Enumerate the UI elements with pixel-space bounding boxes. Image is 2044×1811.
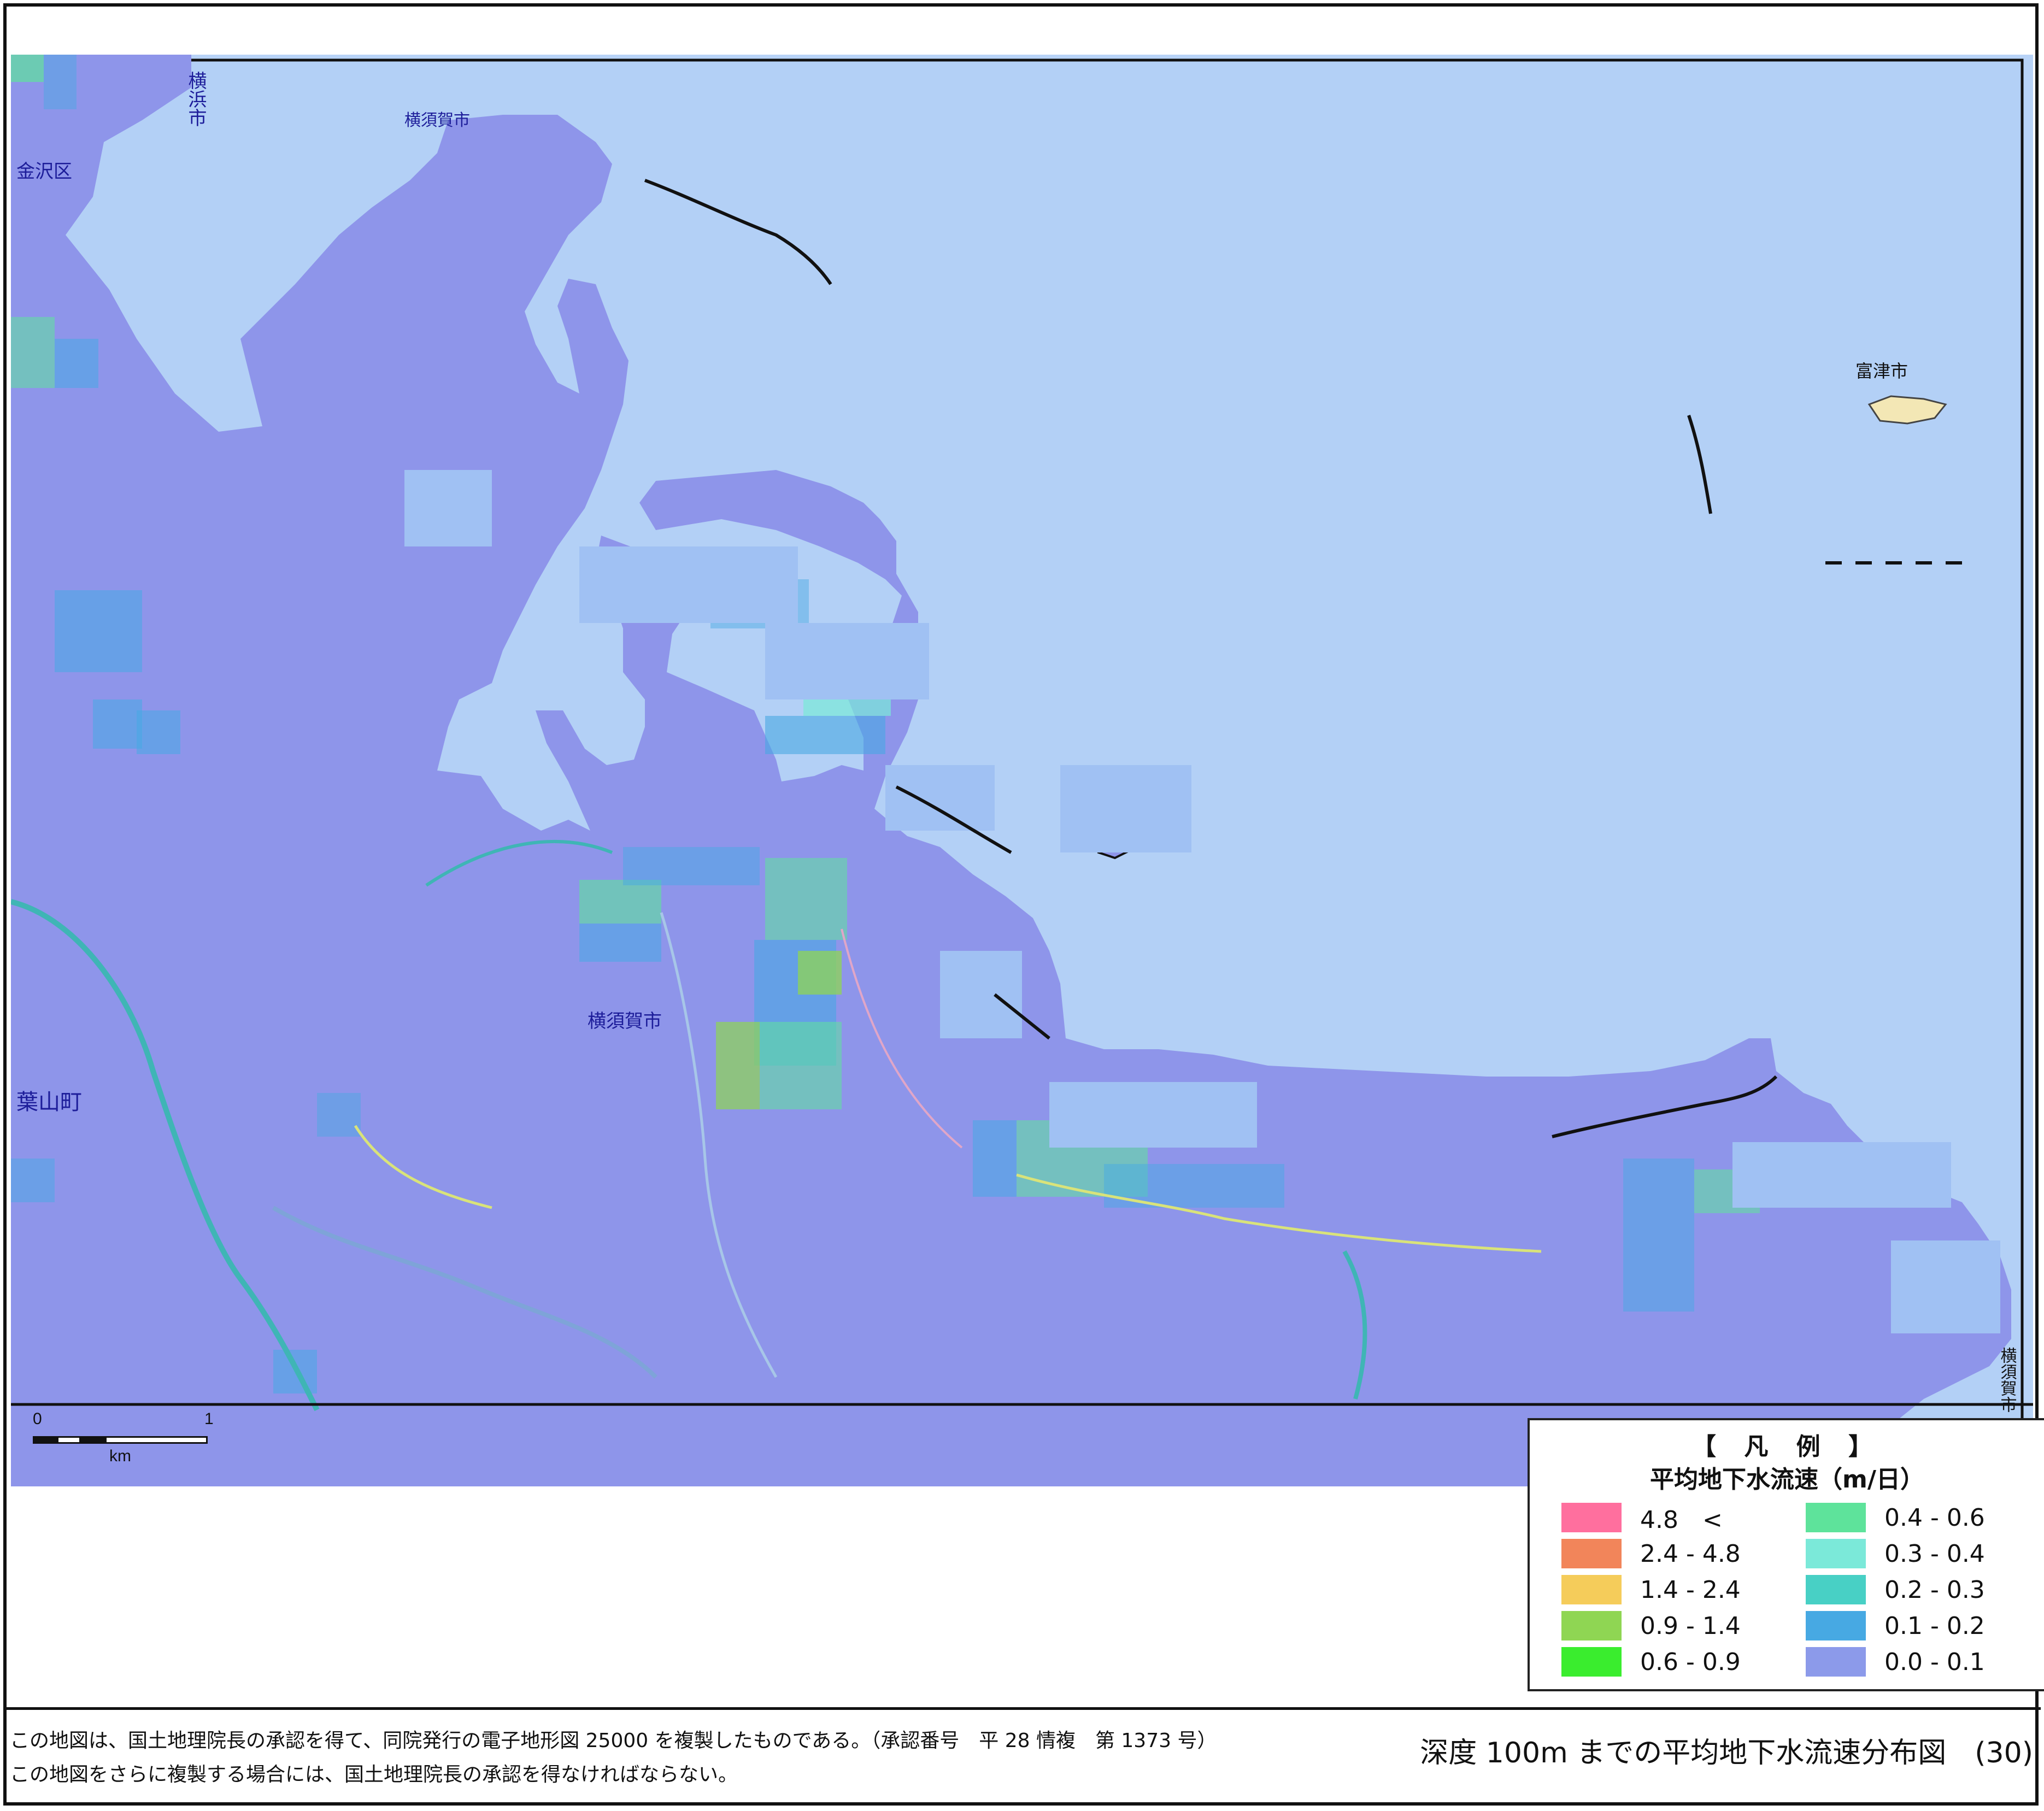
map-canvas[interactable]: 横浜市 金沢区 横須賀市 横須賀市 葉山町 富津市 横須賀市: [11, 55, 2033, 1486]
grid-cell: [579, 924, 661, 962]
legend-swatch: [1806, 1539, 1866, 1568]
label-yokosuka-east: 横須賀市: [1998, 1347, 2017, 1413]
legend-item: 0.0 - 0.1: [1806, 1645, 1985, 1678]
grid-cell: [760, 1022, 842, 1109]
label-yokosuka-center: 横須賀市: [588, 1010, 662, 1032]
grid-cell: [137, 710, 180, 754]
legend-item: 0.4 - 0.6: [1806, 1501, 1985, 1534]
legend-label: 4.8 <: [1640, 1506, 1723, 1534]
legend-swatch: [1806, 1503, 1866, 1532]
scale-bar: 0 1 km: [33, 1410, 219, 1470]
scale-unit-label: km: [109, 1447, 131, 1465]
copyright-line-1: この地図は、国土地理院長の承認を得て、同院発行の電子地形図 25000 を複製し…: [10, 1730, 1217, 1752]
legend-item: 4.8 <: [1561, 1501, 1723, 1534]
grid-cell: [317, 1093, 361, 1137]
legend-swatch: [1561, 1647, 1622, 1677]
grid-cell: [93, 699, 142, 749]
legend-item: 2.4 - 4.8: [1561, 1537, 1741, 1570]
grid-cell: [765, 716, 885, 754]
legend-label: 0.1 - 0.2: [1884, 1612, 1985, 1640]
legend-swatch: [1806, 1611, 1866, 1641]
legend-item: 0.9 - 1.4: [1561, 1609, 1741, 1642]
legend-item: 0.1 - 0.2: [1806, 1609, 1985, 1642]
legend-label: 0.0 - 0.1: [1884, 1648, 1985, 1676]
label-hayama: 葉山町: [16, 1090, 82, 1115]
footer-divider: [3, 1707, 2041, 1710]
label-kanazawa: 金沢区: [16, 161, 72, 183]
legend-swatch: [1561, 1503, 1622, 1532]
legend-swatch: [1806, 1575, 1866, 1604]
grid-cell: [798, 951, 842, 995]
legend-item: 0.6 - 0.9: [1561, 1645, 1741, 1678]
label-yokosuka-north: 横須賀市: [404, 111, 470, 130]
grid-cell: [623, 847, 760, 885]
legend-title: 【 凡 例 】: [1692, 1433, 1882, 1461]
map-area[interactable]: 横浜市 金沢区 横須賀市 横須賀市 葉山町 富津市 横須賀市: [11, 55, 2033, 1486]
legend-label: 2.4 - 4.8: [1640, 1539, 1741, 1568]
grid-cell: [44, 55, 77, 109]
legend-label: 0.2 - 0.3: [1884, 1575, 1985, 1604]
legend-swatch: [1561, 1611, 1622, 1641]
scale-segment: [105, 1436, 208, 1444]
grid-cell: [11, 317, 55, 388]
legend-box: 【 凡 例 】 平均地下水流速（m/日） 4.8 < 2.4 - 4.8 1.4…: [1528, 1418, 2044, 1691]
grid-cell: [716, 1022, 760, 1109]
grid-cell: [55, 590, 142, 672]
legend-item: 0.2 - 0.3: [1806, 1573, 1985, 1606]
legend-label: 0.6 - 0.9: [1640, 1648, 1741, 1676]
grid-cell: [11, 1159, 55, 1202]
grid-cell: [579, 880, 661, 924]
legend-item: 1.4 - 2.4: [1561, 1573, 1741, 1606]
scale-segment: [57, 1436, 81, 1444]
grid-cell: [973, 1120, 1017, 1197]
label-futtsu: 富津市: [1855, 361, 1908, 381]
scale-end-label: 1: [204, 1410, 214, 1428]
scale-segment: [81, 1436, 105, 1444]
scale-segment: [33, 1436, 57, 1444]
grid-cell: [55, 339, 98, 388]
grid-cell: [11, 55, 44, 82]
legend-swatch: [1561, 1539, 1622, 1568]
grid-cell: [765, 858, 847, 940]
copyright-line-2: この地図をさらに複製する場合には、国土地理院長の承認を得なければならない。: [10, 1763, 738, 1786]
legend-swatch: [1806, 1647, 1866, 1677]
legend-label: 0.3 - 0.4: [1884, 1539, 1985, 1568]
label-yokohama: 横浜市: [185, 71, 207, 127]
scale-start-label: 0: [33, 1410, 42, 1428]
legend-subtitle: 平均地下水流速（m/日）: [1650, 1466, 1924, 1494]
legend-swatch: [1561, 1575, 1622, 1604]
legend-item: 0.3 - 0.4: [1806, 1537, 1985, 1570]
legend-label: 0.4 - 0.6: [1884, 1503, 1985, 1532]
legend-label: 0.9 - 1.4: [1640, 1612, 1741, 1640]
grid-cell: [1623, 1159, 1694, 1312]
legend-label: 1.4 - 2.4: [1640, 1575, 1741, 1604]
copyright-notice: この地図は、国土地理院長の承認を得て、同院発行の電子地形図 25000 を複製し…: [10, 1724, 1349, 1792]
map-title: 深度 100m までの平均地下水流速分布図 (30): [1420, 1737, 2033, 1769]
